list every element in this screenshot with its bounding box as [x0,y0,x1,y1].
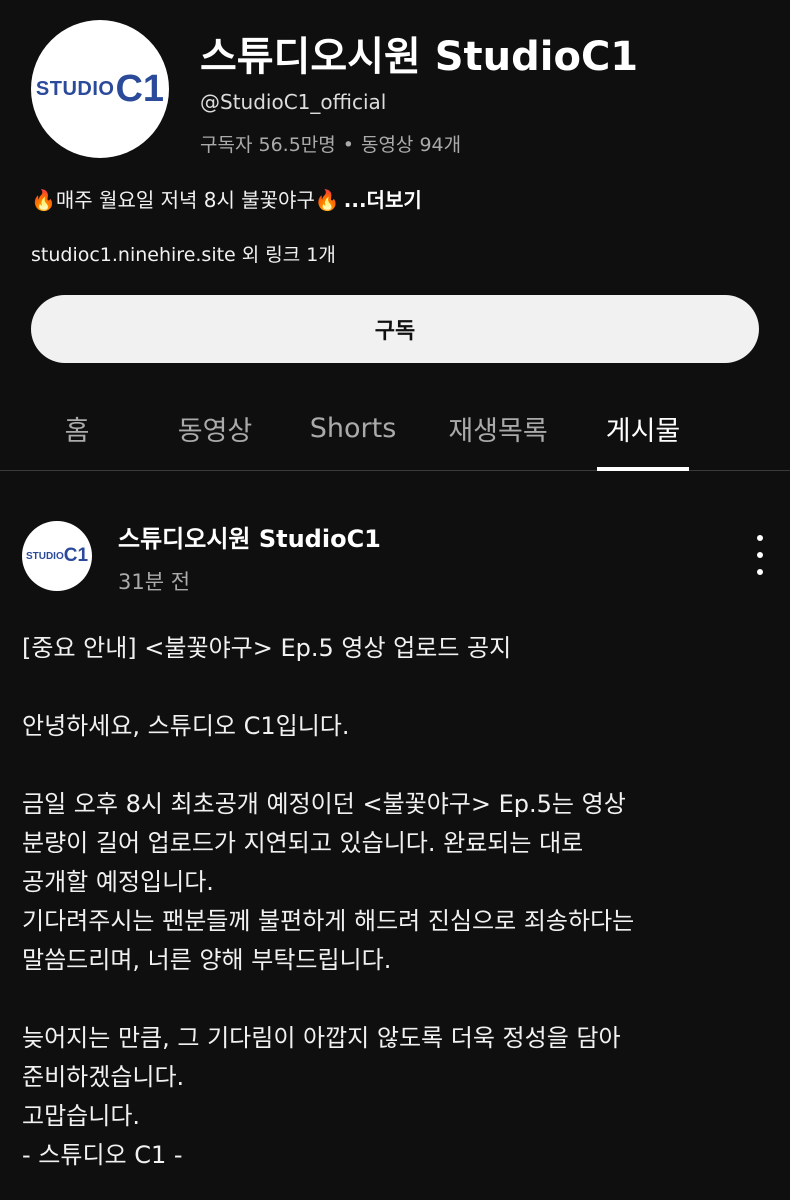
post-body: [중요 안내] <불꽃야구> Ep.5 영상 업로드 공지 안녕하세요, 스튜디… [22,629,782,1175]
post-line: [중요 안내] <불꽃야구> Ep.5 영상 업로드 공지 [22,634,512,662]
video-count: 동영상 94개 [360,134,462,156]
channel-avatar[interactable]: STUDIO C1 [31,20,169,158]
tab-home[interactable]: 홈 [20,385,134,471]
tab-posts[interactable]: 게시물 [585,385,701,471]
tab-shorts[interactable]: Shorts [295,385,411,471]
channel-name: 스튜디오시원 StudioC1 [200,34,639,80]
post-line: 안녕하세요, 스튜디오 C1입니다. [22,712,350,740]
community-post: STUDIO C1 스튜디오시원 StudioC1 31분 전 [중요 안내] <… [0,471,790,1200]
description-text: 🔥매주 월요일 저녁 8시 불꽃야구🔥 [31,188,340,212]
post-author[interactable]: 스튜디오시원 StudioC1 [118,519,381,554]
subscriber-count: 구독자 56.5만명 [200,134,336,156]
post-line: 준비하겠습니다. [22,1063,185,1091]
post-line: 금일 오후 8시 최초공개 예정이던 <불꽃야구> Ep.5는 영상 [22,790,626,818]
subscribe-button[interactable]: 구독 [31,295,759,363]
channel-header: STUDIO C1 스튜디오시원 StudioC1 @StudioC1_offic… [0,0,790,471]
channel-links[interactable]: studioc1.ninehire.site 외 링크 1개 [31,240,336,267]
post-line: 공개할 예정입니다. [22,868,214,896]
studio-c1-logo: STUDIO C1 [35,67,165,110]
channel-handle: @StudioC1_official [200,90,387,114]
post-line: 기다려주시는 팬분들께 불편하게 해드려 진심으로 죄송하다는 [22,907,635,935]
post-line: 말씀드리며, 너른 양해 부탁드립니다. [22,946,392,974]
post-author-avatar[interactable]: STUDIO C1 [22,521,92,591]
stats-separator: • [342,134,354,156]
studio-c1-logo: STUDIO C1 [25,545,89,566]
more-options-icon[interactable] [748,535,772,575]
post-line: - 스튜디오 C1 - [22,1141,183,1169]
channel-description[interactable]: 🔥매주 월요일 저녁 8시 불꽃야구🔥 ...더보기 [31,184,422,213]
post-line: 늦어지는 만큼, 그 기다림이 아깝지 않도록 더욱 정성을 담아 [22,1024,621,1052]
channel-stats: 구독자 56.5만명 • 동영상 94개 [200,130,461,157]
tab-playlists[interactable]: 재생목록 [430,385,566,471]
tab-videos[interactable]: 동영상 [155,385,275,471]
post-timestamp[interactable]: 31분 전 [118,566,190,596]
channel-tabs: 홈 동영상 Shorts 재생목록 게시물 [0,385,790,471]
post-line: 고맙습니다. [22,1102,141,1130]
more-link[interactable]: ...더보기 [344,188,422,212]
post-line: 분량이 길어 업로드가 지연되고 있습니다. 완료되는 대로 [22,829,584,857]
